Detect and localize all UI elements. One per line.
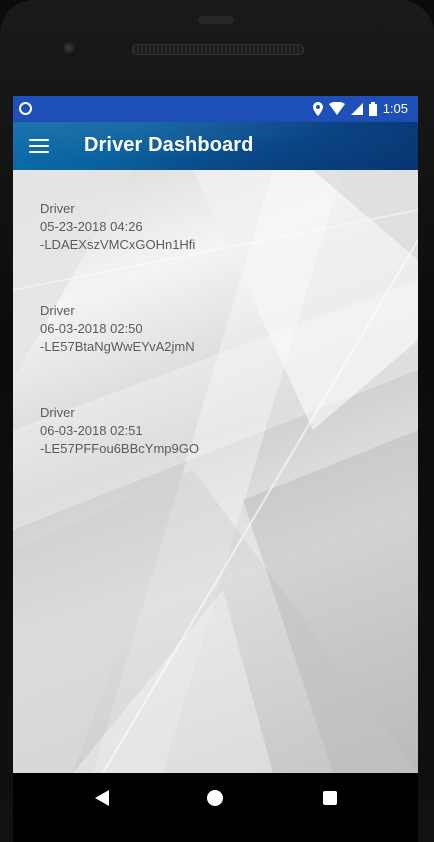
entry-label: Driver: [40, 201, 75, 216]
signal-icon: [350, 102, 363, 115]
driver-list: Driver 05-23-2018 04:26 -LDAEXszVMCxGOHn…: [40, 200, 340, 506]
entry-label: Driver: [40, 405, 75, 420]
status-time: 1:05: [382, 101, 408, 116]
entry-date: 06-03-2018 02:50: [40, 321, 143, 336]
entry-label: Driver: [40, 303, 75, 318]
notification-circle-icon: [19, 102, 32, 115]
location-icon: [312, 101, 323, 116]
status-icons: 1:05: [312, 101, 408, 116]
entry-date: 06-03-2018 02:51: [40, 423, 143, 438]
entry-date: 05-23-2018 04:26: [40, 219, 143, 234]
hamburger-menu-icon[interactable]: [29, 137, 49, 155]
app-bar: Driver Dashboard: [13, 122, 418, 170]
wifi-icon: [328, 102, 345, 115]
list-item[interactable]: Driver 06-03-2018 02:50 -LE57BtaNgWwEYvA…: [40, 302, 340, 356]
battery-icon: [368, 101, 377, 116]
system-navigation-bar: [13, 773, 418, 842]
app-title: Driver Dashboard: [84, 134, 254, 156]
list-item[interactable]: Driver 05-23-2018 04:26 -LDAEXszVMCxGOHn…: [40, 200, 340, 254]
back-triangle-icon[interactable]: [95, 790, 109, 806]
entry-id: -LE57BtaNgWwEYvA2jmN: [40, 339, 195, 354]
front-camera: [63, 42, 77, 56]
earpiece-grille: [132, 44, 304, 55]
phone-device-frame: 1:05 Driver Dashboard Driver 05-23-2018 …: [0, 0, 434, 842]
home-circle-icon[interactable]: [207, 790, 223, 806]
recent-apps-square-icon[interactable]: [323, 791, 337, 805]
phone-screen: 1:05 Driver Dashboard Driver 05-23-2018 …: [13, 96, 418, 842]
list-item[interactable]: Driver 06-03-2018 02:51 -LE57PFFou6BBcYm…: [40, 404, 340, 458]
top-speaker: [198, 16, 234, 24]
dashboard-content: Driver 05-23-2018 04:26 -LDAEXszVMCxGOHn…: [13, 170, 418, 773]
entry-id: -LE57PFFou6BBcYmp9GO: [40, 441, 199, 456]
status-bar: 1:05: [13, 96, 418, 122]
entry-id: -LDAEXszVMCxGOHn1Hfi: [40, 237, 196, 252]
